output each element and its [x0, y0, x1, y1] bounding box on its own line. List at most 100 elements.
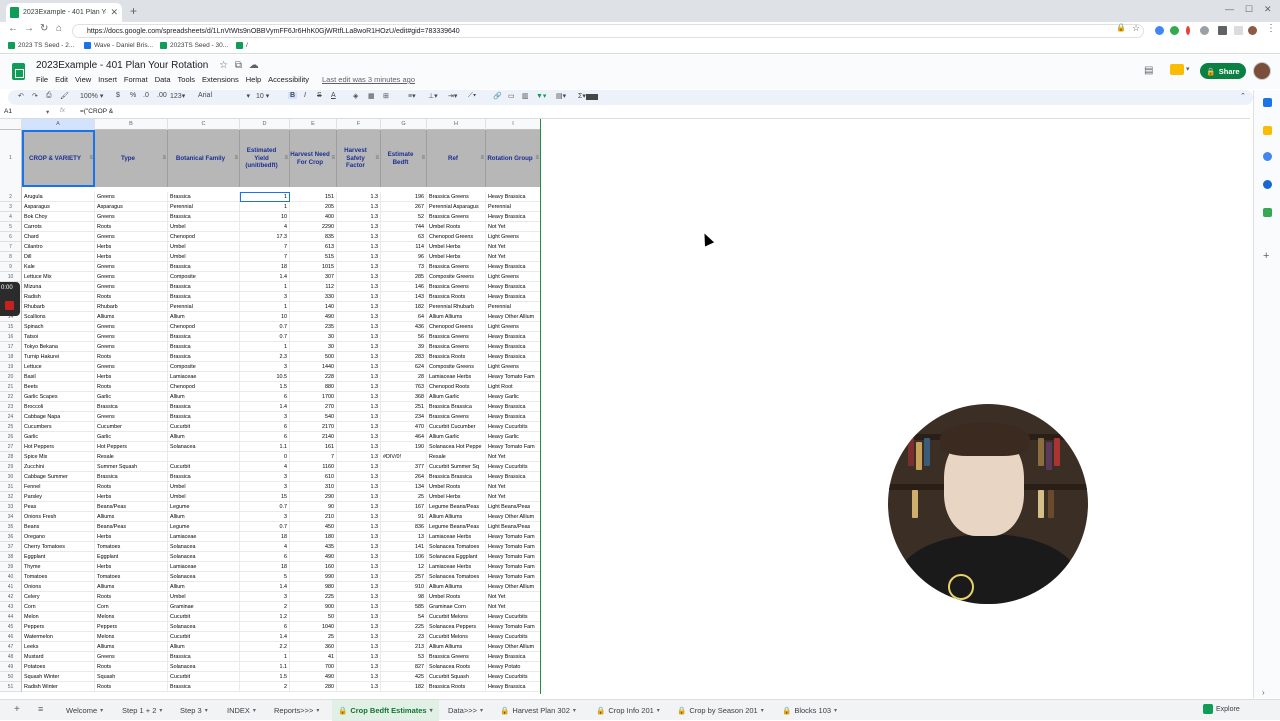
cell-safety-factor[interactable]: 1.3: [337, 522, 381, 532]
browser-tab[interactable]: 2023Example - 401 Plan Your R ✕: [6, 3, 122, 22]
cell-crop[interactable]: Onions: [22, 582, 95, 592]
cell-bedft[interactable]: 213: [381, 642, 427, 652]
cell-bedft[interactable]: 225: [381, 622, 427, 632]
cell-ref[interactable]: Cucurbit Squash: [427, 672, 486, 682]
cell-type[interactable]: Roots: [95, 482, 168, 492]
cell-bedft[interactable]: #DIV/0!: [381, 452, 427, 462]
cell-yield[interactable]: 4: [240, 542, 290, 552]
cell-bedft[interactable]: 106: [381, 552, 427, 562]
cell-family[interactable]: Umbel: [168, 252, 240, 262]
cell-rotation-group[interactable]: Heavy Brassica: [486, 682, 541, 692]
cell-bedft[interactable]: 744: [381, 222, 427, 232]
cell-ref[interactable]: Brassica Greens: [427, 262, 486, 272]
name-box[interactable]: A1: [4, 108, 12, 115]
cell-ref[interactable]: Solanacea Hot Peppe: [427, 442, 486, 452]
row-number[interactable]: 15: [0, 322, 22, 332]
cell-family[interactable]: Allium: [168, 512, 240, 522]
cell-crop[interactable]: Tomatoes: [22, 572, 95, 582]
cell-family[interactable]: Solanacea: [168, 572, 240, 582]
cell-harvest-need[interactable]: 112: [290, 282, 337, 292]
cell-safety-factor[interactable]: 1.3: [337, 372, 381, 382]
row-number[interactable]: 16: [0, 332, 22, 342]
cell-family[interactable]: Brassica: [168, 282, 240, 292]
cell-crop[interactable]: Hot Peppers: [22, 442, 95, 452]
text-rotation-icon[interactable]: ⟋▾: [468, 92, 476, 100]
cell-family[interactable]: Cucurbit: [168, 612, 240, 622]
cell-crop[interactable]: Lettuce Mix: [22, 272, 95, 282]
calendar-icon[interactable]: [1263, 98, 1272, 107]
bookmark-item[interactable]: Wave - Daniel Bris...: [84, 42, 153, 49]
cell-yield[interactable]: 3: [240, 512, 290, 522]
cell-safety-factor[interactable]: 1.3: [337, 222, 381, 232]
cell-yield[interactable]: 2: [240, 682, 290, 692]
cell-ref[interactable]: Umbel Herbs: [427, 242, 486, 252]
cell-yield[interactable]: 15: [240, 492, 290, 502]
extension-icon[interactable]: [1170, 26, 1179, 35]
cell-type[interactable]: Beans/Peas: [95, 502, 168, 512]
cell-crop[interactable]: Basil: [22, 372, 95, 382]
cell-bedft[interactable]: 54: [381, 612, 427, 622]
cell-ref[interactable]: Brassica Greens: [427, 412, 486, 422]
cell-type[interactable]: Brassica: [95, 472, 168, 482]
cell-ref[interactable]: Perennial Asparagus: [427, 202, 486, 212]
cell-safety-factor[interactable]: 1.3: [337, 302, 381, 312]
cell-harvest-need[interactable]: 160: [290, 562, 337, 572]
cell-bedft[interactable]: 141: [381, 542, 427, 552]
cell-rotation-group[interactable]: Heavy Cucurbits: [486, 672, 541, 682]
cell-rotation-group[interactable]: Heavy Tomato Fam: [486, 372, 541, 382]
sheet-tab-step-1-2[interactable]: Step 1 + 2 ▾: [122, 700, 162, 721]
cell-family[interactable]: Legume: [168, 502, 240, 512]
cell-family[interactable]: Brassica: [168, 262, 240, 272]
font-size-select[interactable]: 10 ▾: [256, 92, 269, 100]
cell-bedft[interactable]: 114: [381, 242, 427, 252]
cell-family[interactable]: Cucurbit: [168, 462, 240, 472]
cell-bedft[interactable]: 13: [381, 532, 427, 542]
cell-harvest-need[interactable]: 7: [290, 452, 337, 462]
cell-ref[interactable]: Brassica Roots: [427, 292, 486, 302]
cell-type[interactable]: Corn: [95, 602, 168, 612]
menu-help[interactable]: Help: [246, 75, 261, 84]
row-number[interactable]: 48: [0, 652, 22, 662]
cell-yield[interactable]: 1.1: [240, 442, 290, 452]
column-header-d[interactable]: D: [240, 119, 290, 130]
cell-bedft[interactable]: 143: [381, 292, 427, 302]
cell-bedft[interactable]: 264: [381, 472, 427, 482]
cell-crop[interactable]: Radish Winter: [22, 682, 95, 692]
last-edit-link[interactable]: Last edit was 3 minutes ago: [322, 75, 415, 84]
cell-ref[interactable]: Brassica Roots: [427, 682, 486, 692]
extension-icon[interactable]: [1200, 26, 1209, 35]
cell-type[interactable]: Squash: [95, 672, 168, 682]
cell-crop[interactable]: Squash Winter: [22, 672, 95, 682]
cell-harvest-need[interactable]: 400: [290, 212, 337, 222]
cell-rotation-group[interactable]: Heavy Brassica: [486, 402, 541, 412]
cell-ref[interactable]: Allium Garlic: [427, 392, 486, 402]
cell-crop[interactable]: Lettuce: [22, 362, 95, 372]
window-close-icon[interactable]: ✕: [1264, 4, 1272, 15]
cell-ref[interactable]: Cucurbit Melons: [427, 632, 486, 642]
cell-crop[interactable]: Radish: [22, 292, 95, 302]
cell-rotation-group[interactable]: Heavy Tomato Fam: [486, 542, 541, 552]
cell-safety-factor[interactable]: 1.3: [337, 552, 381, 562]
header-cell-harvest-safety[interactable]: Harvest Safety Factor ≡: [337, 130, 381, 187]
collapse-toolbar-icon[interactable]: ⌃: [1240, 92, 1246, 100]
cell-harvest-need[interactable]: 228: [290, 372, 337, 382]
cell-family[interactable]: Cucurbit: [168, 672, 240, 682]
cell-safety-factor[interactable]: 1.3: [337, 652, 381, 662]
row-number[interactable]: 51: [0, 682, 22, 692]
cell-bedft[interactable]: 585: [381, 602, 427, 612]
cell-crop[interactable]: Peppers: [22, 622, 95, 632]
cell-family[interactable]: Brassica: [168, 412, 240, 422]
cell-rotation-group[interactable]: Light Root: [486, 382, 541, 392]
cell-ref[interactable]: Solanacea Roots: [427, 662, 486, 672]
cell-yield[interactable]: 1.4: [240, 632, 290, 642]
maximize-icon[interactable]: ☐: [1245, 4, 1253, 15]
cell-bedft[interactable]: 425: [381, 672, 427, 682]
cell-type[interactable]: Eggplant: [95, 552, 168, 562]
cell-family[interactable]: Brassica: [168, 652, 240, 662]
cell-yield[interactable]: 0.7: [240, 332, 290, 342]
merge-cells-icon[interactable]: ⊞: [383, 92, 389, 100]
cell-crop[interactable]: Mustard: [22, 652, 95, 662]
cell-safety-factor[interactable]: 1.3: [337, 232, 381, 242]
cell-ref[interactable]: Umbel Roots: [427, 222, 486, 232]
cell-ref[interactable]: Brassica Greens: [427, 192, 486, 202]
